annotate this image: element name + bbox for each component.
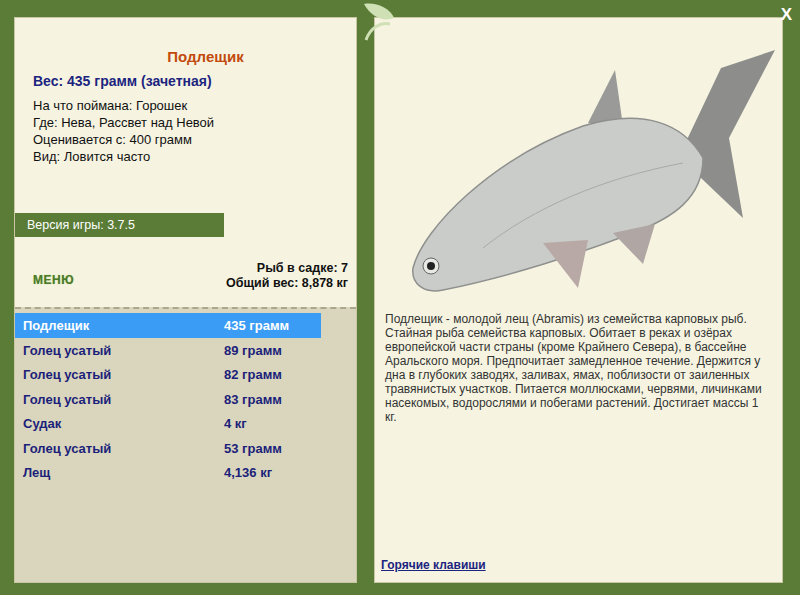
catch-row[interactable]: Голец усатый83 грамм [15,387,321,412]
catch-weight: 82 грамм [224,365,282,385]
catch-row[interactable]: Голец усатый82 грамм [15,362,321,387]
catch-weight: 4 кг [224,414,247,434]
catch-list: Подлещик435 граммГолец усатый89 граммГол… [15,307,356,582]
info-panel: ПодлещикВес: 435 грамм (зачетная)На что … [14,17,357,583]
catch-name: Голец усатый [23,341,224,361]
catch-name: Судак [23,414,224,434]
catch-weight: 89 грамм [224,341,282,361]
catch-weight: 53 грамм [224,439,282,459]
catch-name: Лещ [23,463,224,483]
catch-name: Подлещик [23,316,224,336]
fish-weight: Вес: 435 грамм (зачетная) [15,69,356,92]
fish-details: На что поймана: ГорошекГде: Нева, Рассве… [15,92,356,165]
game-window: ПодлещикВес: 435 грамм (зачетная)На что … [0,0,800,595]
fish-count: Рыб в садке: 7 [226,261,348,276]
hotkeys-bar: Горячие клавиши [375,555,782,583]
catch-row[interactable]: Судак4 кг [15,411,321,436]
catch-row[interactable]: Голец усатый89 грамм [15,338,321,363]
close-button[interactable]: X [781,2,792,28]
catch-row[interactable]: Голец усатый53 грамм [15,436,321,461]
total-weight: Общий вес: 8,878 кг [226,276,348,291]
version-bar: Версия игры: 3.7.5 [15,213,224,238]
catch-weight: 83 грамм [224,390,282,410]
fish-name: Подлещик [15,18,356,69]
bream-icon [383,28,776,312]
detail-line: На что поймана: Горошек [33,97,356,114]
detail-line: Вид: Ловится часто [33,148,356,165]
catch-name: Голец усатый [23,439,224,459]
catch-weight: 435 грамм [224,316,289,336]
detail-line: Где: Нева, Рассвет над Невой [33,114,356,131]
catch-name: Голец усатый [23,390,224,410]
fish-description: Подлещик - молодой лещ (Abramis) из семе… [375,312,782,555]
catch-row[interactable]: Подлещик435 грамм [15,313,321,338]
catch-name: Голец усатый [23,365,224,385]
fish-picture [375,18,782,312]
keepnet-bar: МЕНЮ Рыб в садке: 7Общий вес: 8,878 кг [15,237,356,307]
catch-weight: 4,136 кг [224,463,272,483]
detail-line: Оценивается с: 400 грамм [33,131,356,148]
menu-button[interactable]: МЕНЮ [33,261,74,289]
catch-row[interactable]: Лещ4,136 кг [15,460,321,485]
keepnet-summary: Рыб в садке: 7Общий вес: 8,878 кг [226,261,348,291]
leaf-icon [356,0,416,60]
hotkeys-link[interactable]: Горячие клавиши [381,558,486,572]
picture-panel: Подлещик - молодой лещ (Abramis) из семе… [374,17,783,583]
